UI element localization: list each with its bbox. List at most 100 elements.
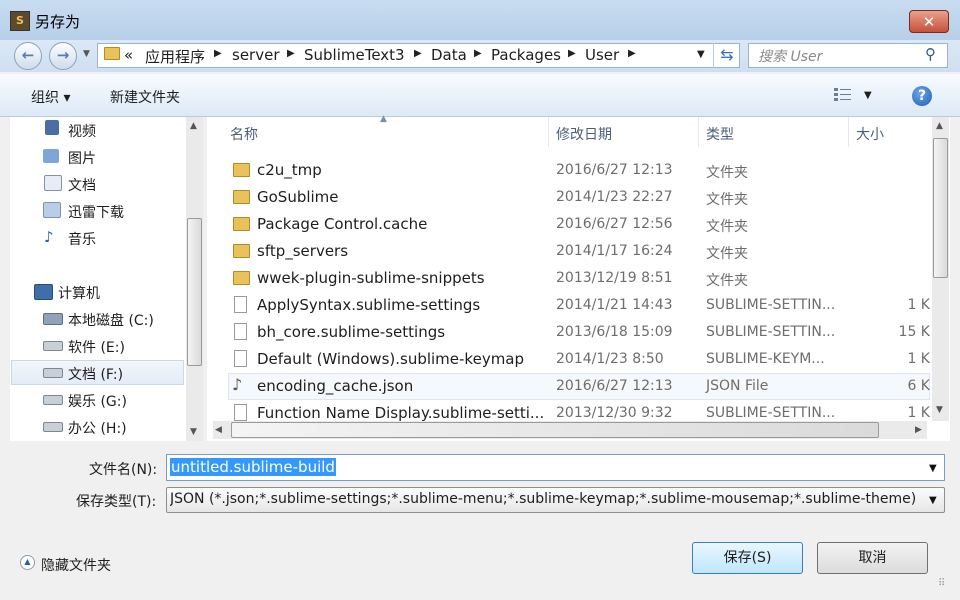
file-type: SUBLIME-SETTIN... <box>706 324 836 340</box>
filename-value[interactable]: untitled.sublime-build <box>170 458 336 476</box>
breadcrumb-separator-icon[interactable]: ▶ <box>474 48 482 59</box>
drive-icon <box>43 341 63 351</box>
sidebar-item-drive-g[interactable]: 娱乐 (G:) <box>68 391 127 411</box>
folder-icon <box>233 163 250 177</box>
partial-row-clip: Function Name Display.sublime-setti... 2… <box>207 400 932 421</box>
sidebar-item-music[interactable]: 音乐 <box>68 229 96 249</box>
column-header-size[interactable]: 大小 <box>856 124 884 144</box>
folder-icon <box>233 244 250 258</box>
search-placeholder: 搜索 User <box>758 49 823 65</box>
breadcrumb-separator-icon[interactable]: ▶ <box>214 48 222 59</box>
column-divider[interactable] <box>698 117 699 147</box>
column-divider[interactable] <box>848 117 849 147</box>
file-name[interactable]: ApplySyntax.sublime-settings <box>257 296 480 314</box>
new-folder-button[interactable]: 新建文件夹 <box>110 87 180 107</box>
file-type: SUBLIME-KEYM... <box>706 351 825 367</box>
sidebar-item-pictures[interactable]: 图片 <box>68 148 96 168</box>
drive-icon <box>43 395 63 405</box>
organize-menu-button[interactable]: 组织 ▾ <box>31 87 70 107</box>
filetype-dropdown-icon[interactable]: ▼ <box>929 495 937 506</box>
file-name[interactable]: Function Name Display.sublime-setti... <box>257 404 544 421</box>
sidebar-item-drive-e[interactable]: 软件 (E:) <box>68 337 125 357</box>
breadcrumb-separator-icon[interactable]: ▶ <box>628 48 636 59</box>
scroll-up-icon[interactable]: ▲ <box>190 121 197 131</box>
column-header-name[interactable]: 名称 <box>230 124 258 144</box>
filename-dropdown-icon[interactable]: ▼ <box>929 463 937 474</box>
folder-icon <box>104 47 120 60</box>
back-button[interactable]: ← <box>14 42 42 70</box>
breadcrumb-separator-icon[interactable]: ▶ <box>568 48 576 59</box>
file-list-vscroll-thumb[interactable] <box>933 138 948 278</box>
cancel-button[interactable]: 取消 <box>817 542 928 574</box>
column-header-type[interactable]: 类型 <box>706 124 734 144</box>
file-date: 2014/1/21 14:43 <box>556 297 673 313</box>
recent-locations-dropdown-icon[interactable]: ▼ <box>83 49 90 59</box>
documents-library-icon <box>44 175 62 191</box>
file-date: 2013/12/19 8:51 <box>556 270 673 286</box>
breadcrumb-separator-icon[interactable]: ▶ <box>414 48 422 59</box>
folder-icon <box>233 217 250 231</box>
video-library-icon <box>45 120 59 135</box>
file-type: SUBLIME-SETTIN... <box>706 405 836 421</box>
save-button[interactable]: 保存(S) <box>692 542 803 574</box>
breadcrumb-item[interactable]: User <box>585 46 619 64</box>
filetype-value[interactable]: JSON (*.json;*.sublime-settings;*.sublim… <box>170 491 922 507</box>
search-icon[interactable]: ⚲ <box>925 45 936 63</box>
breadcrumb-item[interactable]: server <box>232 46 279 64</box>
file-size: 1 K <box>907 351 930 367</box>
breadcrumb-item[interactable]: 应用程序 <box>145 46 205 67</box>
forward-button[interactable]: → <box>49 42 77 70</box>
sidebar-item-computer[interactable]: 计算机 <box>58 283 100 303</box>
file-date: 2016/6/27 12:13 <box>556 162 673 178</box>
sidebar-item-drive-f[interactable]: 文档 (F:) <box>68 364 123 384</box>
nav-scroll-thumb[interactable] <box>187 218 202 366</box>
hide-folders-toggle[interactable]: 隐藏文件夹 <box>41 555 111 575</box>
scroll-right-icon[interactable]: ▶ <box>915 425 922 435</box>
filetype-label: 保存类型(T): <box>76 494 157 510</box>
json-file-icon: ♪ <box>232 375 243 394</box>
help-button[interactable]: ? <box>912 86 932 106</box>
view-options-dropdown-icon[interactable]: ▼ <box>864 90 872 101</box>
file-type: 文件夹 <box>706 219 748 235</box>
column-divider[interactable] <box>548 117 549 147</box>
file-name[interactable]: encoding_cache.json <box>257 377 413 395</box>
resize-grip-icon[interactable]: ⠿ <box>938 578 945 589</box>
scroll-left-icon[interactable]: ◀ <box>215 425 222 435</box>
breadcrumb-item[interactable]: SublimeText3 <box>304 46 405 64</box>
breadcrumb-item[interactable]: Packages <box>491 46 561 64</box>
file-date: 2014/1/23 8:50 <box>556 351 664 367</box>
file-name[interactable]: bh_core.sublime-settings <box>257 323 445 341</box>
close-button[interactable]: ✕ <box>909 10 949 33</box>
collapse-arrow-icon[interactable]: ▲ <box>20 555 35 570</box>
sidebar-item-drive-h[interactable]: 办公 (H:) <box>68 418 127 438</box>
file-size: 6 K <box>907 378 930 394</box>
scroll-down-icon[interactable]: ▼ <box>936 405 943 415</box>
refresh-icon[interactable]: ⇆ <box>713 43 740 68</box>
sidebar-item-drive-c[interactable]: 本地磁盘 (C:) <box>68 310 154 330</box>
file-name[interactable]: wwek-plugin-sublime-snippets <box>257 269 485 287</box>
file-size: 1 K <box>907 405 930 421</box>
column-header-date[interactable]: 修改日期 <box>556 124 612 144</box>
sidebar-item-downloads[interactable]: 迅雷下载 <box>68 202 124 222</box>
file-name[interactable]: c2u_tmp <box>257 161 322 179</box>
view-list-icon[interactable] <box>834 87 852 102</box>
file-name[interactable]: sftp_servers <box>257 242 348 260</box>
drive-icon <box>43 422 63 432</box>
file-date: 2013/12/30 9:32 <box>556 405 673 421</box>
file-name[interactable]: Package Control.cache <box>257 215 427 233</box>
file-icon <box>234 296 247 313</box>
folder-icon <box>233 271 250 285</box>
scroll-up-icon[interactable]: ▲ <box>936 121 943 131</box>
file-list-hscroll-thumb[interactable] <box>231 422 879 438</box>
drive-icon <box>43 368 63 378</box>
sidebar-item-documents[interactable]: 文档 <box>68 175 96 195</box>
sidebar-item-videos[interactable]: 视频 <box>68 121 96 141</box>
file-name[interactable]: GoSublime <box>257 188 339 206</box>
file-name[interactable]: Default (Windows).sublime-keymap <box>257 350 524 368</box>
breadcrumb-separator-icon[interactable]: ▶ <box>287 48 295 59</box>
breadcrumb-overflow[interactable]: « <box>124 46 133 64</box>
drive-icon <box>43 313 63 325</box>
scroll-down-icon[interactable]: ▼ <box>190 427 197 437</box>
breadcrumb-item[interactable]: Data <box>431 46 467 64</box>
address-dropdown-icon[interactable]: ▼ <box>697 49 705 60</box>
